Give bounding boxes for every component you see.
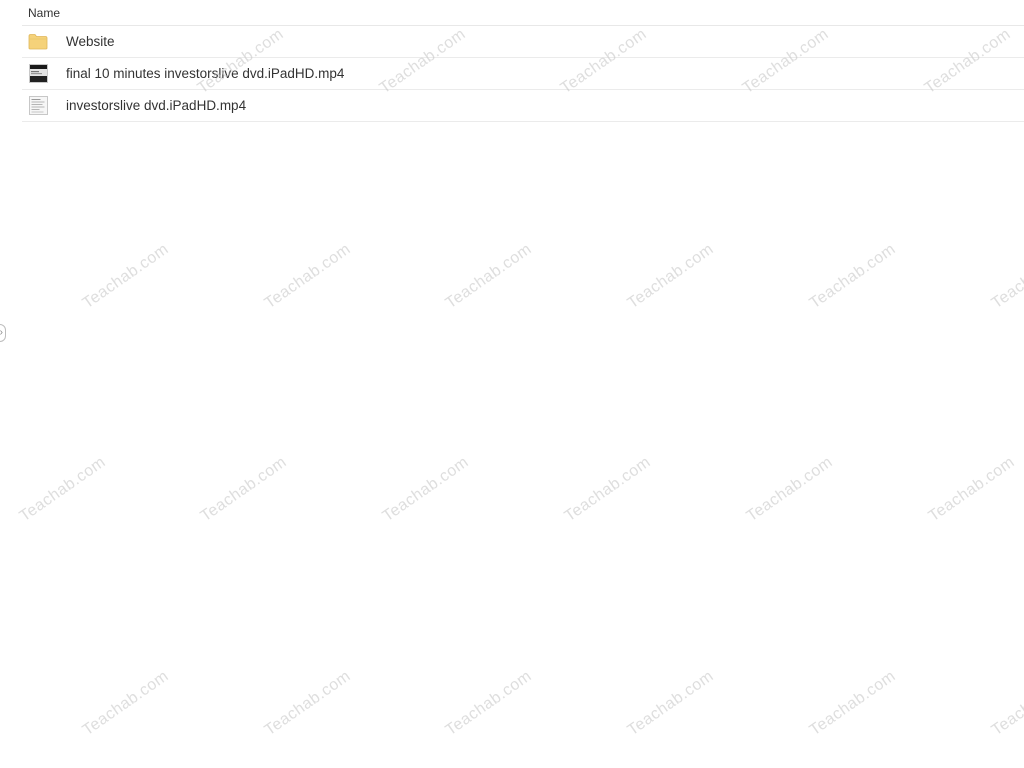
folder-icon xyxy=(28,32,48,52)
watermark-text: Teachab.com xyxy=(561,453,654,526)
watermark-text: Teachab.com xyxy=(442,667,535,740)
watermark-text: Teachab.com xyxy=(988,667,1024,740)
watermark-text: Teachab.com xyxy=(197,453,290,526)
watermark-text: Teachab.com xyxy=(806,240,899,313)
watermark-text: Teachab.com xyxy=(261,240,354,313)
watermark-text: Teachab.com xyxy=(442,240,535,313)
list-item-video[interactable]: final 10 minutes investorslive dvd.iPadH… xyxy=(22,58,1024,90)
watermark-text: Teachab.com xyxy=(16,453,109,526)
watermark-text: Teachab.com xyxy=(624,667,717,740)
video-thumbnail-icon xyxy=(28,64,48,84)
watermark-text: Teachab.com xyxy=(261,667,354,740)
watermark-text: Teachab.com xyxy=(925,453,1018,526)
watermark-text: Teachab.com xyxy=(743,453,836,526)
file-name[interactable]: Website xyxy=(66,34,115,49)
column-header-name[interactable]: Name xyxy=(28,6,60,20)
list-item-folder[interactable]: Website xyxy=(22,26,1024,58)
file-name[interactable]: final 10 minutes investorslive dvd.iPadH… xyxy=(66,66,344,81)
list-item-document[interactable]: investorslive dvd.iPadHD.mp4 xyxy=(22,90,1024,122)
document-thumbnail-icon xyxy=(28,96,48,116)
expand-panel-handle[interactable]: › xyxy=(0,324,6,342)
watermark-text: Teachab.com xyxy=(79,240,172,313)
watermark-text: Teachab.com xyxy=(988,240,1024,313)
watermark-text: Teachab.com xyxy=(806,667,899,740)
chevron-right-icon: › xyxy=(0,326,3,340)
file-list: Name Website final 10 minutes investorsl… xyxy=(22,0,1024,122)
watermark-text: Teachab.com xyxy=(624,240,717,313)
list-header[interactable]: Name xyxy=(22,0,1024,26)
watermark-text: Teachab.com xyxy=(379,453,472,526)
watermark-text: Teachab.com xyxy=(79,667,172,740)
file-name[interactable]: investorslive dvd.iPadHD.mp4 xyxy=(66,98,246,113)
